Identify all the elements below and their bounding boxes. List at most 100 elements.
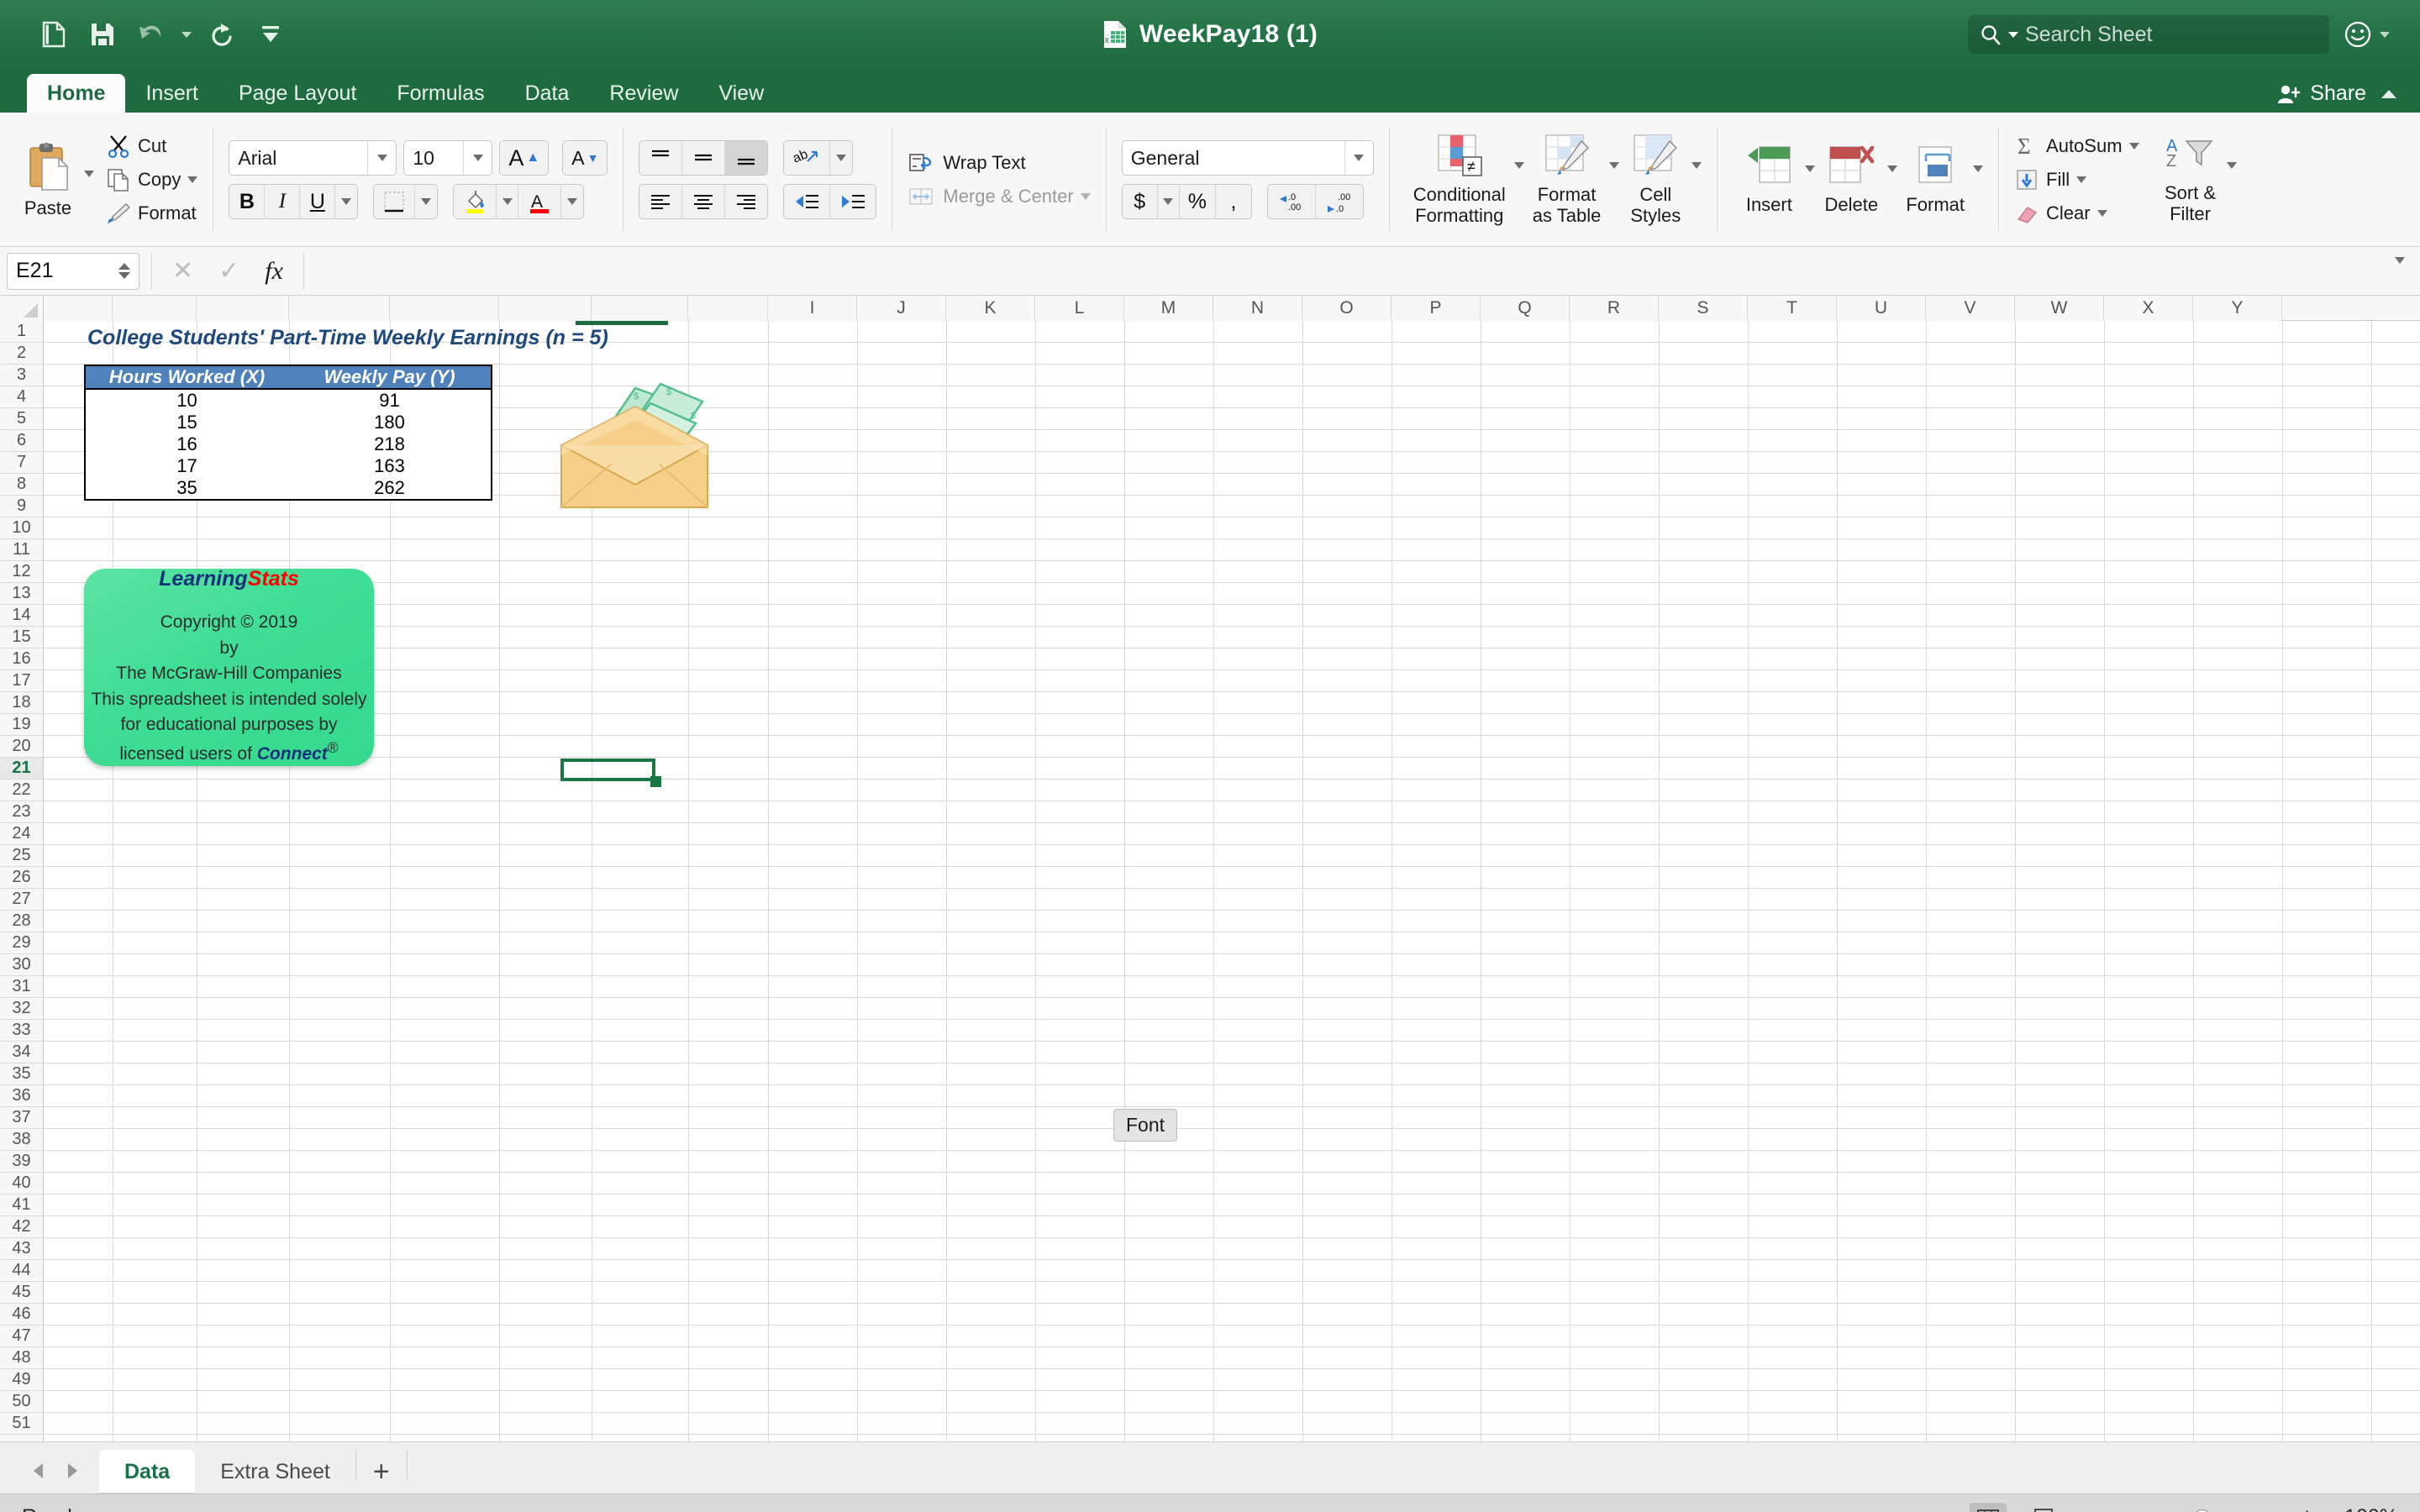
- zoom-out-button[interactable]: −: [2081, 1504, 2095, 1512]
- increase-indent-button[interactable]: [830, 185, 876, 218]
- row-header-cell[interactable]: 22: [0, 780, 43, 801]
- row-header-cell[interactable]: 44: [0, 1260, 43, 1282]
- row-header-cell[interactable]: 35: [0, 1063, 43, 1085]
- table-cell[interactable]: 218: [288, 433, 491, 455]
- row-header-cell[interactable]: 36: [0, 1085, 43, 1107]
- paste-button[interactable]: Paste: [12, 141, 84, 219]
- align-left-button[interactable]: [639, 185, 683, 218]
- fill-color-dropdown-icon[interactable]: [497, 185, 519, 218]
- currency-format-button[interactable]: $: [1122, 185, 1158, 218]
- merge-center-dropdown-icon[interactable]: [1080, 193, 1091, 200]
- row-header-cell[interactable]: 17: [0, 670, 43, 692]
- row-header-cell[interactable]: 8: [0, 474, 43, 496]
- decrease-decimal-button[interactable]: .0 .00: [1267, 185, 1316, 218]
- cell-area[interactable]: College Students' Part-Time Weekly Earni…: [44, 321, 2420, 1441]
- clear-button[interactable]: Clear: [2014, 201, 2139, 226]
- fill-handle[interactable]: [650, 776, 661, 787]
- currency-dropdown-icon[interactable]: [1157, 185, 1180, 218]
- column-header-cell[interactable]: [499, 296, 592, 321]
- borders-button[interactable]: [374, 185, 416, 218]
- conditional-formatting-button[interactable]: ≠ Conditional Formatting: [1405, 133, 1514, 226]
- table-cell[interactable]: 17: [86, 455, 288, 477]
- table-cell[interactable]: 15: [86, 412, 288, 433]
- table-cell[interactable]: 35: [86, 477, 288, 499]
- table-cell[interactable]: 10: [86, 390, 288, 412]
- table-cell[interactable]: 163: [288, 455, 491, 477]
- fill-button[interactable]: Fill: [2014, 167, 2139, 192]
- font-color-button[interactable]: A: [518, 185, 562, 218]
- format-cells-button[interactable]: Format: [1897, 144, 1973, 216]
- zoom-in-button[interactable]: +: [2300, 1504, 2314, 1512]
- percent-format-button[interactable]: %: [1179, 185, 1216, 218]
- search-scope-chevron-icon[interactable]: [2008, 31, 2018, 38]
- row-header-cell[interactable]: 15: [0, 627, 43, 648]
- row-header-cell[interactable]: 49: [0, 1369, 43, 1391]
- tab-data[interactable]: Data: [505, 74, 590, 113]
- share-button[interactable]: Share: [2277, 81, 2366, 106]
- tab-page-layout[interactable]: Page Layout: [218, 74, 376, 113]
- table-cell[interactable]: 262: [288, 477, 491, 499]
- row-header-cell[interactable]: 50: [0, 1391, 43, 1413]
- tab-insert[interactable]: Insert: [125, 74, 218, 113]
- table-cell[interactable]: 180: [288, 412, 491, 433]
- table-cell[interactable]: 16: [86, 433, 288, 455]
- row-header-cell[interactable]: 11: [0, 539, 43, 561]
- row-header-cell[interactable]: 4: [0, 386, 43, 408]
- increase-decimal-button[interactable]: .00 .0: [1315, 185, 1363, 218]
- row-header-cell[interactable]: 6: [0, 430, 43, 452]
- align-bottom-button[interactable]: [725, 141, 768, 175]
- column-header-cell[interactable]: O: [1302, 296, 1392, 321]
- row-header-cell[interactable]: 27: [0, 889, 43, 911]
- column-header-cell[interactable]: L: [1035, 296, 1124, 321]
- row-header-cell[interactable]: 14: [0, 605, 43, 627]
- collapse-ribbon-icon[interactable]: [2381, 89, 2396, 98]
- column-header-cell[interactable]: S: [1659, 296, 1748, 321]
- copy-dropdown-icon[interactable]: [187, 176, 198, 183]
- select-all-button[interactable]: [0, 296, 44, 321]
- row-header-cell[interactable]: 33: [0, 1020, 43, 1042]
- column-header-cell[interactable]: [592, 296, 688, 321]
- column-header-cell[interactable]: Q: [1481, 296, 1570, 321]
- row-header-cell[interactable]: 43: [0, 1238, 43, 1260]
- orientation-button[interactable]: ab: [784, 141, 831, 175]
- comma-format-button[interactable]: ,: [1215, 185, 1251, 218]
- row-header-cell[interactable]: 32: [0, 998, 43, 1020]
- underline-dropdown-icon[interactable]: [335, 185, 358, 218]
- column-header-cell[interactable]: R: [1570, 296, 1659, 321]
- table-row[interactable]: 15 180: [86, 412, 491, 433]
- column-header-cell[interactable]: U: [1837, 296, 1926, 321]
- row-header-cell[interactable]: 41: [0, 1194, 43, 1216]
- insert-function-icon[interactable]: fx: [265, 257, 283, 286]
- merge-center-button[interactable]: Merge & Center: [908, 184, 1091, 209]
- row-header-cell[interactable]: 16: [0, 648, 43, 670]
- column-header-cell[interactable]: [390, 296, 499, 321]
- font-size-chevron-icon[interactable]: [463, 141, 492, 175]
- insert-cells-button[interactable]: Insert: [1733, 144, 1805, 216]
- new-from-template-button[interactable]: [32, 13, 76, 56]
- orientation-dropdown-icon[interactable]: [830, 141, 853, 175]
- cut-button[interactable]: Cut: [106, 134, 197, 159]
- underline-button[interactable]: U: [300, 185, 336, 218]
- row-header-cell[interactable]: 25: [0, 845, 43, 867]
- row-header-cell[interactable]: 13: [0, 583, 43, 605]
- row-header-cell[interactable]: 18: [0, 692, 43, 714]
- column-header-cell[interactable]: W: [2015, 296, 2104, 321]
- align-center-button[interactable]: [682, 185, 726, 218]
- row-header-cell[interactable]: 48: [0, 1347, 43, 1369]
- font-color-dropdown-icon[interactable]: [561, 185, 584, 218]
- account-menu[interactable]: [2343, 19, 2390, 50]
- row-header-cell[interactable]: 2: [0, 343, 43, 365]
- redo-button[interactable]: [200, 13, 244, 56]
- number-format-chevron-icon[interactable]: [1344, 141, 1373, 175]
- sheet-tab-data[interactable]: Data: [99, 1450, 196, 1494]
- format-as-table-dropdown-icon[interactable]: [1609, 162, 1620, 169]
- row-header-cell[interactable]: 47: [0, 1326, 43, 1347]
- row-header-cell[interactable]: 19: [0, 714, 43, 736]
- row-header-cell[interactable]: 24: [0, 823, 43, 845]
- column-header-cell[interactable]: [688, 296, 768, 321]
- row-header-cell[interactable]: 23: [0, 801, 43, 823]
- paste-dropdown-icon[interactable]: [84, 171, 94, 177]
- table-row[interactable]: 10 91: [86, 390, 491, 412]
- cell-styles-dropdown-icon[interactable]: [1691, 162, 1702, 169]
- delete-cells-button[interactable]: Delete: [1815, 144, 1887, 216]
